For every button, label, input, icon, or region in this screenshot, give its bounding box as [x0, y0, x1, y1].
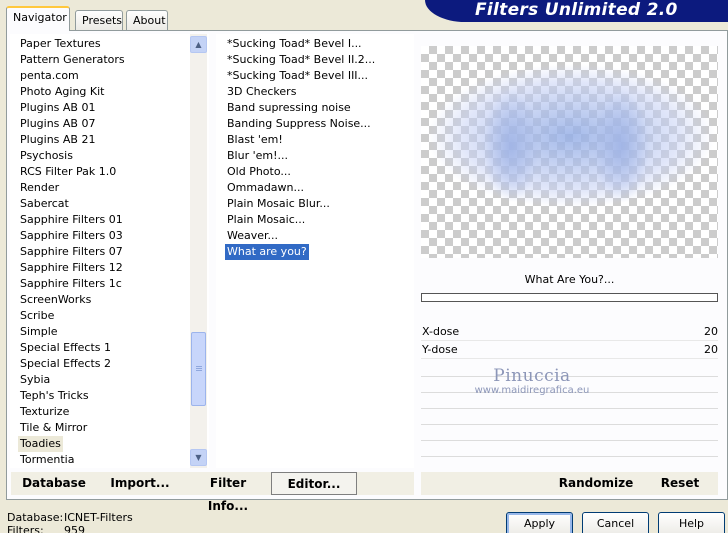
status-filters: Filters: 959 — [7, 524, 85, 533]
status-filters-value: 959 — [64, 524, 85, 533]
brand-title: Filters Unlimited 2.0 — [475, 0, 678, 20]
database-button[interactable]: Database — [18, 472, 90, 495]
category-item[interactable]: Sybia — [18, 372, 52, 388]
scroll-down-button[interactable]: ▼ — [190, 449, 207, 466]
filter-item[interactable]: *Sucking Toad* Bevel II.2... — [225, 52, 377, 68]
param-row-empty — [421, 410, 718, 425]
scroll-up-button[interactable]: ▲ — [190, 36, 207, 53]
import-button[interactable]: Import... — [108, 472, 172, 495]
filter-info-button[interactable]: Filter Info... — [188, 472, 268, 513]
cancel-button[interactable]: Cancel — [582, 512, 649, 533]
filter-item[interactable]: What are you? — [225, 244, 309, 260]
apply-button[interactable]: Apply — [506, 512, 573, 533]
category-item[interactable]: Plugins AB 07 — [18, 116, 97, 132]
category-item[interactable]: Plugins AB 01 — [18, 100, 97, 116]
category-item[interactable]: Sapphire Filters 12 — [18, 260, 125, 276]
parameter-panel: X-dose 20 Y-dose 20 — [421, 324, 718, 464]
status-database: Database:ICNET-Filters — [7, 511, 133, 524]
tab-about[interactable]: About — [126, 10, 168, 30]
editor-button[interactable]: Editor... — [271, 472, 357, 495]
brand-banner: Filters Unlimited 2.0 — [425, 0, 728, 22]
param-label: X-dose — [422, 325, 460, 338]
param-value[interactable]: 20 — [704, 343, 718, 356]
filter-item[interactable]: *Sucking Toad* Bevel I... — [225, 36, 364, 52]
category-item[interactable]: Simple — [18, 324, 60, 340]
category-item[interactable]: Sabercat — [18, 196, 71, 212]
category-item[interactable]: Sapphire Filters 07 — [18, 244, 125, 260]
filter-item[interactable]: Plain Mosaic... — [225, 212, 307, 228]
category-item[interactable]: Sapphire Filters 03 — [18, 228, 125, 244]
category-item[interactable]: Psychosis — [18, 148, 75, 164]
category-item[interactable]: Special Effects 1 — [18, 340, 113, 356]
category-item[interactable]: ScreenWorks — [18, 292, 93, 308]
category-scrollbar[interactable]: ▲ ▼ — [190, 34, 207, 468]
category-item[interactable]: Texturize — [18, 404, 71, 420]
param-row-empty — [421, 362, 718, 377]
param-row-y-dose[interactable]: Y-dose 20 — [421, 342, 718, 359]
filter-list[interactable]: *Sucking Toad* Bevel I... *Sucking Toad* … — [216, 34, 414, 468]
category-item[interactable]: Special Effects 2 — [18, 356, 113, 372]
filter-item[interactable]: 3D Checkers — [225, 84, 298, 100]
category-item[interactable]: Photo Aging Kit — [18, 84, 106, 100]
chevron-up-icon: ▲ — [195, 40, 202, 49]
filter-item[interactable]: Plain Mosaic Blur... — [225, 196, 332, 212]
param-value[interactable]: 20 — [704, 325, 718, 338]
category-item[interactable]: Toadies — [18, 436, 63, 452]
randomize-button[interactable]: Randomize — [556, 472, 636, 495]
category-item[interactable]: Scribe — [18, 308, 56, 324]
status-database-label: Database: — [7, 511, 64, 524]
param-row-empty — [421, 378, 718, 393]
category-item[interactable]: Pattern Generators — [18, 52, 127, 68]
scroll-thumb[interactable] — [191, 332, 206, 406]
filter-item[interactable]: Blast 'em! — [225, 132, 285, 148]
param-row-empty — [421, 442, 718, 457]
category-item[interactable]: Tile & Mirror — [18, 420, 89, 436]
status-filters-label: Filters: — [7, 524, 44, 533]
param-row-empty — [421, 426, 718, 441]
help-button[interactable]: Help — [658, 512, 725, 533]
chevron-down-icon: ▼ — [195, 453, 202, 462]
category-item[interactable]: Teph's Tricks — [18, 388, 91, 404]
filter-preview — [421, 46, 718, 258]
param-row-x-dose[interactable]: X-dose 20 — [421, 324, 718, 341]
filter-item[interactable]: Banding Suppress Noise... — [225, 116, 373, 132]
preview-image — [421, 56, 718, 236]
category-item[interactable]: Plugins AB 21 — [18, 132, 97, 148]
param-row-empty — [421, 394, 718, 409]
filter-item[interactable]: Weaver... — [225, 228, 280, 244]
progress-bar — [421, 293, 718, 302]
tab-navigator[interactable]: Navigator — [6, 6, 70, 31]
filter-item[interactable]: Band supressing noise — [225, 100, 353, 116]
filter-item[interactable]: Ommadawn... — [225, 180, 306, 196]
param-label: Y-dose — [422, 343, 458, 356]
category-item[interactable]: Sapphire Filters 1c — [18, 276, 124, 292]
category-item[interactable]: RCS Filter Pak 1.0 — [18, 164, 118, 180]
category-item[interactable]: penta.com — [18, 68, 81, 84]
category-list[interactable]: Paper Textures Pattern Generators penta.co… — [10, 34, 209, 468]
category-item[interactable]: Tormentia — [18, 452, 76, 468]
filter-display-name: What Are You?... — [524, 273, 615, 286]
filter-item[interactable]: Old Photo... — [225, 164, 293, 180]
category-item[interactable]: Render — [18, 180, 61, 196]
category-item[interactable]: Paper Textures — [18, 36, 103, 52]
tab-presets[interactable]: Presets — [75, 10, 123, 30]
reset-button[interactable]: Reset — [654, 472, 706, 495]
status-database-value: ICNET-Filters — [64, 511, 133, 524]
filter-item[interactable]: Blur 'em!... — [225, 148, 290, 164]
category-item[interactable]: Sapphire Filters 01 — [18, 212, 125, 228]
filter-item[interactable]: *Sucking Toad* Bevel III... — [225, 68, 370, 84]
